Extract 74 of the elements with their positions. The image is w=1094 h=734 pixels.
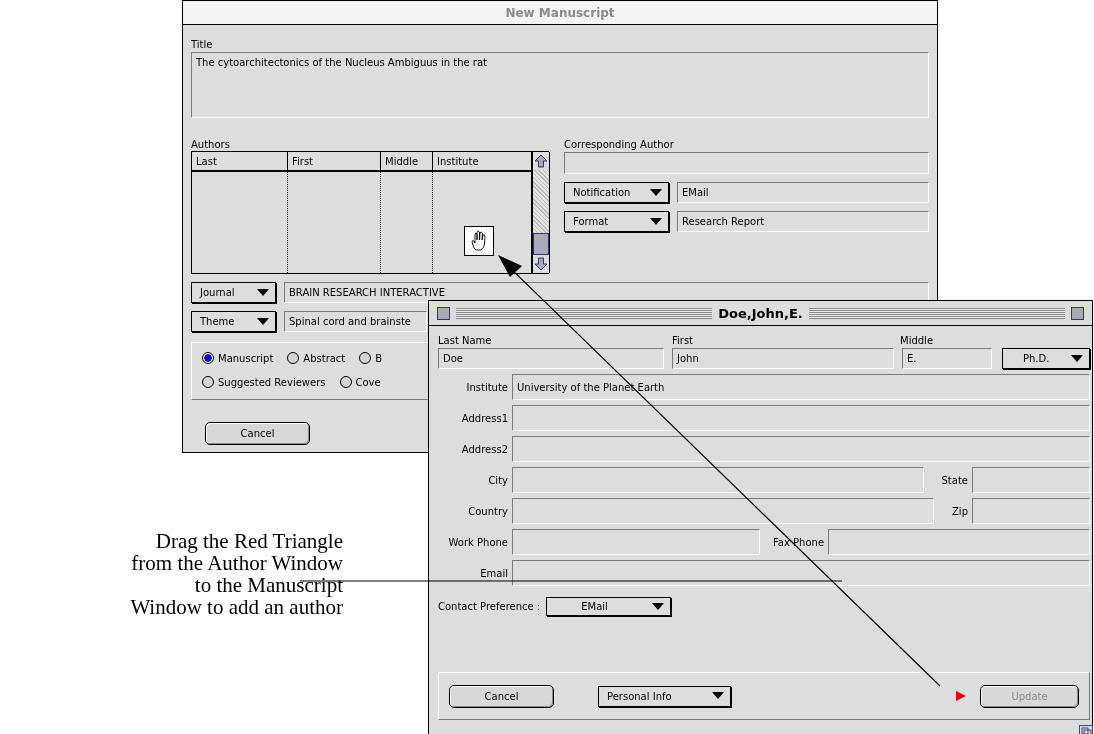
caption-text: Window to add an author [130, 596, 343, 618]
caret-icon [1071, 354, 1083, 363]
caret-icon [712, 692, 724, 700]
popup-menu[interactable]: Journal [191, 282, 276, 303]
field-label: Email [479, 567, 508, 579]
degree-popup[interactable]: Ph.D. [1002, 348, 1090, 369]
value-field[interactable]: Research Report [677, 211, 929, 232]
column-header[interactable]: Last [192, 152, 288, 172]
name-field[interactable]: John [672, 348, 894, 369]
name-field[interactable]: E. [902, 348, 992, 369]
caret-icon [650, 217, 662, 226]
caret-icon [652, 602, 665, 611]
field-label: Middle [900, 335, 935, 347]
scrollbar[interactable] [532, 152, 550, 273]
popup-menu[interactable]: Theme [191, 311, 276, 332]
name-field[interactable]: Doe [438, 348, 664, 369]
title-field[interactable]: The cytoarchitectonics of the Nucleus Ambiguus in the rat [191, 52, 929, 118]
caret-icon [650, 188, 662, 197]
field-label: Last Name [438, 335, 493, 347]
text-field[interactable] [512, 560, 1090, 586]
corresponding-author-field[interactable] [564, 152, 929, 174]
field-label: Title [191, 39, 214, 51]
caption-text: from the Author Window [131, 552, 343, 574]
field-label: City [487, 474, 508, 486]
value-field[interactable]: EMail [677, 182, 929, 203]
scroll-thumb[interactable] [533, 233, 549, 255]
column-header[interactable]: Middle [381, 152, 433, 172]
caption-text: Drag the Red Triangle [155, 530, 343, 552]
window-title: Doe,John,E. [718, 305, 803, 321]
field-label: Authors [191, 139, 231, 151]
text-field[interactable] [512, 529, 760, 555]
window-title: New Manuscript [505, 5, 615, 20]
caption-text: to the Manuscript [194, 574, 343, 596]
caret-icon [257, 317, 269, 326]
text-field[interactable] [828, 529, 1090, 555]
field-label: First [672, 335, 695, 347]
text-field[interactable] [972, 467, 1090, 493]
cancel-button[interactable]: Cancel [205, 422, 310, 445]
field-label: Work Phone [447, 536, 508, 548]
text-field[interactable] [512, 498, 934, 524]
column-header[interactable]: First [288, 152, 381, 172]
radio-button[interactable]: Cove [339, 376, 381, 388]
column-header[interactable]: Institute [433, 152, 532, 172]
caret-icon [257, 288, 269, 297]
field-label: State [941, 474, 968, 486]
field-label: Country [467, 505, 508, 517]
field-label: Zip [952, 505, 968, 517]
contact-preference-popup[interactable]: EMail [546, 597, 672, 616]
hand-cursor-icon [464, 226, 494, 256]
zoom-box-icon[interactable] [1071, 306, 1084, 320]
close-box-icon[interactable] [437, 306, 450, 320]
scroll-up-arrow-icon[interactable] [533, 153, 549, 169]
text-field[interactable] [512, 405, 1090, 431]
scroll-down-arrow-icon[interactable] [533, 256, 549, 272]
text-field[interactable] [972, 498, 1090, 524]
popup-menu[interactable]: Format [564, 211, 669, 232]
radio-button[interactable]: Manuscript [202, 352, 274, 364]
field-label: Corresponding Author [564, 139, 675, 151]
field-label: Contact Preference : [438, 600, 541, 613]
triangle-icon[interactable] [956, 691, 966, 701]
text-field[interactable]: University of the Planet Earth [512, 374, 1090, 400]
field-label: Institute [465, 381, 508, 393]
text-field[interactable] [512, 467, 924, 493]
popup-menu[interactable]: Notification [564, 182, 669, 203]
personal-info-popup[interactable]: Personal Info [598, 685, 731, 707]
radio-button[interactable]: Suggested Reviewers [202, 376, 326, 388]
cancel-button[interactable]: Cancel [449, 684, 554, 708]
authors-table[interactable]: Last First Middle Institute [191, 151, 549, 274]
field-label: Fax Phone [773, 536, 825, 548]
radio-button[interactable]: Abstract [287, 352, 346, 364]
text-field[interactable] [512, 436, 1090, 462]
field-label: Address1 [460, 412, 508, 424]
field-label: Address2 [460, 443, 508, 455]
value-field[interactable]: Spinal cord and brainste [284, 311, 427, 332]
